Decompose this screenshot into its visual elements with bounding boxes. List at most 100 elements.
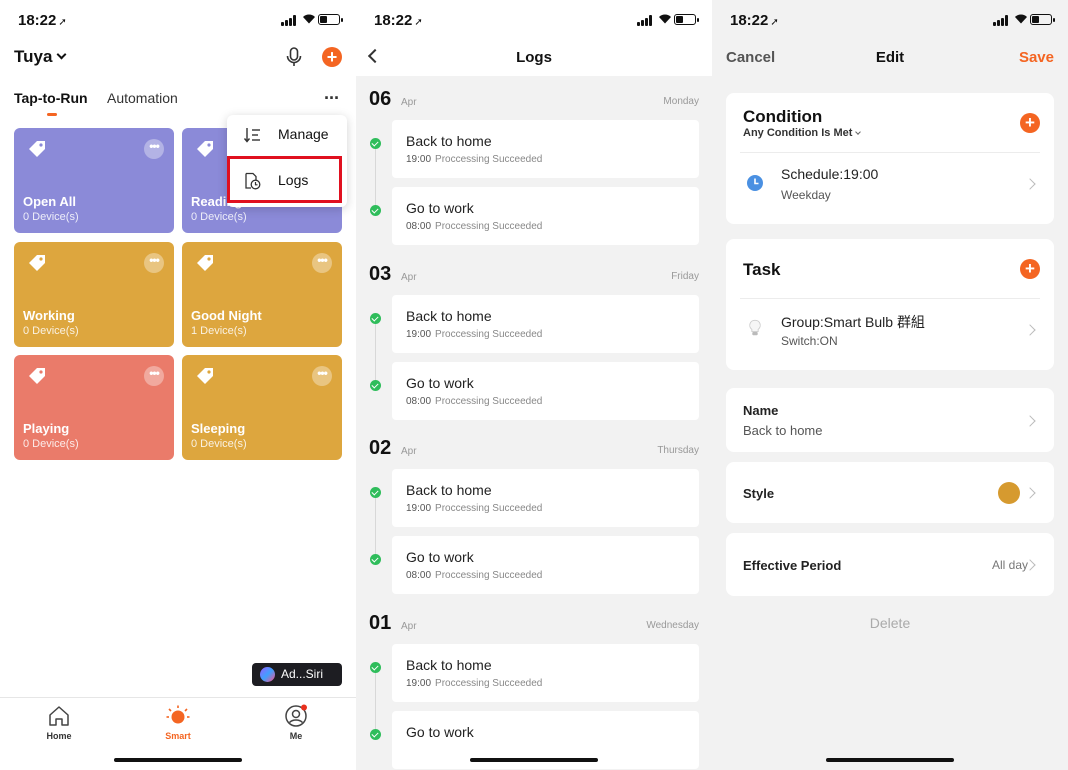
- tabbar-smart[interactable]: Smart: [148, 704, 208, 741]
- log-entry-time: 19:00: [406, 154, 432, 165]
- tabbar-smart-label: Smart: [165, 731, 191, 741]
- log-day-weekday: Thursday: [657, 445, 699, 456]
- scene-card[interactable]: ••• Sleeping 0 Device(s): [182, 355, 342, 460]
- scene-name: Working: [23, 308, 75, 323]
- condition-item-sub: Weekday: [781, 188, 831, 202]
- scene-more-button[interactable]: •••: [312, 366, 332, 386]
- home-indicator: [826, 758, 954, 762]
- style-row[interactable]: Style: [726, 462, 1054, 523]
- log-entry[interactable]: Go to work 08:00 Proccessing Succeeded: [392, 362, 699, 420]
- active-tab-indicator: [47, 113, 57, 116]
- chevron-down-icon: [855, 129, 862, 135]
- log-entry[interactable]: Back to home 19:00 Proccessing Succeeded: [392, 120, 699, 178]
- more-options-icon[interactable]: ···: [324, 88, 340, 109]
- condition-panel: Condition Any Condition Is Met + Schedul…: [726, 93, 1054, 224]
- log-day-number: 01: [369, 612, 392, 634]
- tabbar-me-label: Me: [289, 731, 303, 741]
- add-task-button[interactable]: +: [1020, 259, 1040, 279]
- add-condition-button[interactable]: +: [1020, 113, 1040, 133]
- scene-card[interactable]: ••• Open All 0 Device(s): [14, 128, 174, 233]
- log-day-header: 01 Apr Wednesday: [356, 612, 712, 642]
- signal-icon: [637, 15, 654, 26]
- log-entry-status: Proccessing Succeeded: [435, 396, 543, 407]
- timeline-line: [375, 493, 376, 560]
- smart-screen: 18:22 ➚ Tuya + Tap-to-Run Automation ··· …: [0, 0, 356, 770]
- menu-item-manage[interactable]: Manage: [227, 115, 347, 153]
- log-day-header: 02 Apr Thursday: [356, 437, 712, 467]
- delete-button[interactable]: Delete: [712, 615, 1068, 631]
- profile-icon: [285, 704, 307, 727]
- style-color-swatch: [998, 482, 1020, 504]
- condition-item-title: Schedule:19:00: [781, 166, 879, 182]
- log-day-month: Apr: [401, 272, 417, 283]
- success-check-icon: [370, 487, 381, 498]
- status-bar: 18:22 ➚: [0, 0, 356, 40]
- name-label: Name: [743, 403, 779, 418]
- add-to-siri-button[interactable]: Ad...Siri: [252, 663, 342, 686]
- location-arrow-icon: ➚: [770, 17, 779, 28]
- log-day-weekday: Wednesday: [646, 620, 699, 631]
- status-time: 18:22 ➚: [374, 12, 423, 29]
- log-entry-status: Proccessing Succeeded: [435, 503, 543, 514]
- log-entry-title: Back to home: [406, 308, 492, 324]
- condition-mode-selector[interactable]: Any Condition Is Met: [743, 127, 862, 139]
- edit-nav-bar: Cancel Edit Save: [712, 40, 1068, 76]
- location-arrow-icon: ➚: [58, 17, 67, 28]
- log-entry[interactable]: Go to work 08:00 Proccessing Succeeded: [392, 536, 699, 594]
- tag-icon: [29, 141, 45, 157]
- page-title: Edit: [875, 49, 905, 66]
- battery-icon: [1030, 14, 1055, 25]
- tab-tap-to-run[interactable]: Tap-to-Run: [14, 90, 88, 106]
- log-entry[interactable]: Go to work 08:00 Proccessing Succeeded: [392, 187, 699, 245]
- siri-label: Ad...Siri: [281, 667, 324, 681]
- save-button[interactable]: Save: [1019, 49, 1054, 66]
- log-entry-title: Go to work: [406, 200, 474, 216]
- name-row[interactable]: Name Back to home: [726, 388, 1054, 452]
- log-entry-time: 19:00: [406, 503, 432, 514]
- scene-card[interactable]: ••• Good Night 1 Device(s): [182, 242, 342, 347]
- page-title: Logs: [516, 49, 552, 66]
- log-entry-time: 08:00: [406, 396, 432, 407]
- tag-icon: [197, 141, 213, 157]
- log-day-month: Apr: [401, 97, 417, 108]
- tag-icon: [29, 368, 45, 384]
- condition-mode-label: Any Condition Is Met: [743, 127, 853, 139]
- style-label: Style: [743, 486, 775, 501]
- log-entry[interactable]: Back to home 19:00 Proccessing Succeeded: [392, 469, 699, 527]
- condition-title: Condition: [743, 107, 823, 126]
- success-check-icon: [370, 205, 381, 216]
- tabbar-me[interactable]: Me: [266, 704, 326, 741]
- timeline-line: [375, 668, 376, 735]
- tab-automation[interactable]: Automation: [107, 90, 178, 106]
- effective-period-row[interactable]: Effective Period All day: [726, 533, 1054, 596]
- scene-device-count: 0 Device(s): [191, 438, 247, 450]
- task-item-sub: Switch:ON: [781, 334, 838, 348]
- scene-more-button[interactable]: •••: [312, 253, 332, 273]
- divider: [740, 298, 1040, 299]
- bulb-icon: [749, 319, 761, 336]
- home-indicator: [470, 758, 598, 762]
- log-entry-title: Go to work: [406, 724, 474, 740]
- effective-period-label: Effective Period: [743, 558, 842, 573]
- scene-more-button[interactable]: •••: [144, 253, 164, 273]
- log-day-number: 06: [369, 88, 392, 110]
- status-bar: 18:22 ➚: [356, 0, 712, 40]
- scene-card[interactable]: ••• Working 0 Device(s): [14, 242, 174, 347]
- scene-more-button[interactable]: •••: [144, 139, 164, 159]
- menu-label-manage: Manage: [278, 126, 329, 142]
- tabbar-home[interactable]: Home: [29, 704, 89, 741]
- success-check-icon: [370, 662, 381, 673]
- microphone-icon[interactable]: [285, 47, 303, 67]
- clock-icon: [747, 175, 763, 191]
- log-entry-time: 08:00: [406, 570, 432, 581]
- scene-card[interactable]: ••• Playing 0 Device(s): [14, 355, 174, 460]
- log-entry[interactable]: Back to home 19:00 Proccessing Succeeded: [392, 295, 699, 353]
- scene-more-button[interactable]: •••: [144, 366, 164, 386]
- divider: [740, 152, 1040, 153]
- siri-icon: [260, 667, 275, 682]
- home-selector[interactable]: Tuya: [14, 47, 67, 67]
- log-entry[interactable]: Back to home 19:00 Proccessing Succeeded: [392, 644, 699, 702]
- add-scene-button[interactable]: +: [322, 47, 342, 67]
- signal-icon: [993, 15, 1010, 26]
- log-entry-status: Proccessing Succeeded: [435, 154, 543, 165]
